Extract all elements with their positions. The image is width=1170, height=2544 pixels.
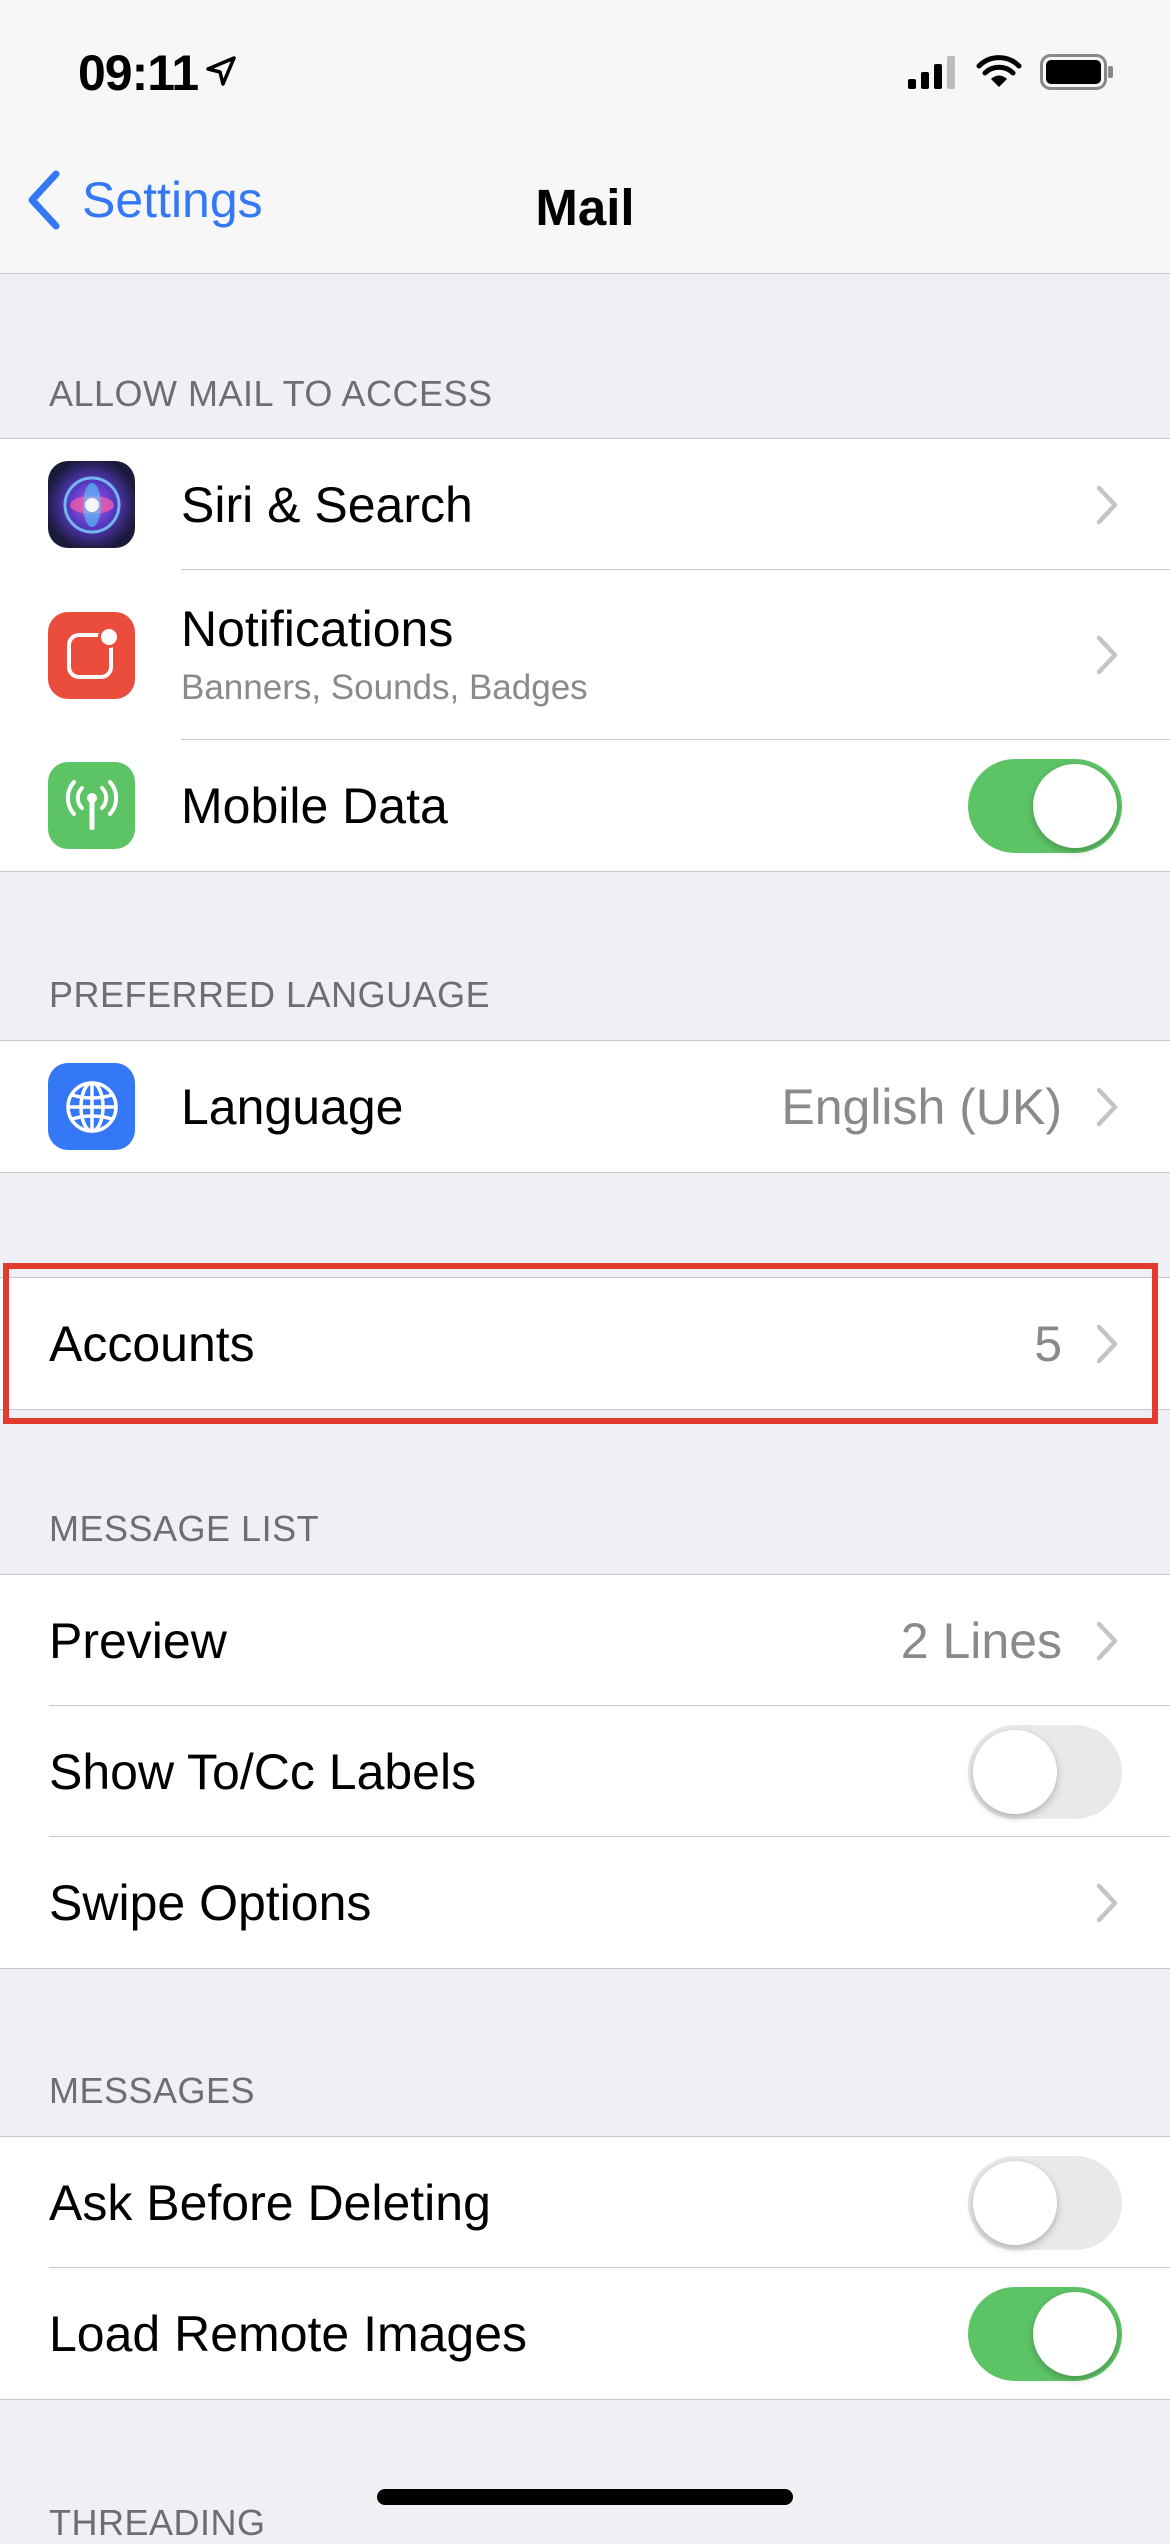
- section-header-allow: ALLOW MAIL TO ACCESS: [49, 373, 493, 414]
- show-tocc-toggle[interactable]: [968, 1724, 1122, 1819]
- notifications-label: Notifications: [181, 601, 454, 657]
- messages-group: Ask Before Deleting Load Remote Images: [0, 2136, 1170, 2400]
- chevron-right-icon: [1096, 1883, 1118, 1922]
- section-header-message-list: MESSAGE LIST: [49, 1508, 320, 1549]
- show-tocc-label: Show To/Cc Labels: [49, 1743, 477, 1800]
- allow-group: Siri & Search Notifications Banners, Sou…: [0, 438, 1170, 872]
- siri-search-row[interactable]: Siri & Search: [0, 439, 1170, 570]
- preview-label: Preview: [49, 1612, 227, 1669]
- notifications-icon: [48, 611, 135, 699]
- language-value: English (UK): [781, 1078, 1062, 1135]
- swipe-options-row[interactable]: Swipe Options: [0, 1837, 1170, 1968]
- section-header-messages: MESSAGES: [49, 2070, 256, 2111]
- globe-icon: [48, 1063, 135, 1150]
- section-header-threading: THREADING: [49, 2502, 266, 2543]
- toggle-knob: [973, 2160, 1057, 2245]
- notifications-row[interactable]: Notifications Banners, Sounds, Badges: [0, 570, 1170, 740]
- chevron-right-icon: [1096, 1087, 1118, 1126]
- toggle-knob: [1033, 763, 1117, 848]
- load-remote-images-label: Load Remote Images: [49, 2305, 528, 2362]
- load-remote-images-row: Load Remote Images: [0, 2268, 1170, 2399]
- navigation-bar: Settings Mail: [0, 150, 1170, 274]
- message-list-group: Preview 2 Lines Show To/Cc Labels Swipe …: [0, 1574, 1170, 1969]
- load-remote-images-toggle[interactable]: [968, 2286, 1122, 2381]
- battery-icon: [1040, 54, 1113, 90]
- location-arrow-icon: [206, 56, 236, 86]
- home-indicator[interactable]: [377, 2489, 793, 2505]
- accounts-highlight-box: [3, 1263, 1158, 1424]
- chevron-right-icon: [1096, 485, 1118, 524]
- language-label: Language: [181, 1078, 404, 1135]
- ask-before-deleting-row: Ask Before Deleting: [0, 2137, 1170, 2268]
- siri-icon: [48, 461, 135, 548]
- ask-before-deleting-toggle[interactable]: [968, 2155, 1122, 2250]
- notifications-sublabel: Banners, Sounds, Badges: [181, 668, 588, 707]
- swipe-options-label: Swipe Options: [49, 1874, 372, 1931]
- mobile-data-row: Mobile Data: [0, 740, 1170, 871]
- toggle-knob: [973, 1729, 1057, 1814]
- mobile-data-toggle[interactable]: [968, 758, 1122, 853]
- show-tocc-row: Show To/Cc Labels: [0, 1706, 1170, 1837]
- antenna-icon: [48, 762, 135, 849]
- preview-row[interactable]: Preview 2 Lines: [0, 1575, 1170, 1706]
- language-group: Language English (UK): [0, 1040, 1170, 1173]
- section-header-language: PREFERRED LANGUAGE: [49, 974, 491, 1015]
- status-time: 09:11: [78, 45, 199, 101]
- ask-before-deleting-label: Ask Before Deleting: [49, 2174, 491, 2231]
- mobile-data-label: Mobile Data: [181, 777, 448, 834]
- preview-value: 2 Lines: [900, 1612, 1062, 1669]
- status-bar: 09:11: [0, 0, 1170, 150]
- signal-icon: [908, 56, 955, 89]
- chevron-right-icon: [1096, 1621, 1118, 1660]
- wifi-icon: [976, 55, 1022, 87]
- language-row[interactable]: Language English (UK): [0, 1041, 1170, 1172]
- chevron-right-icon: [1096, 635, 1118, 675]
- page-title: Mail: [535, 179, 635, 236]
- siri-search-label: Siri & Search: [181, 476, 473, 533]
- toggle-knob: [1033, 2291, 1117, 2376]
